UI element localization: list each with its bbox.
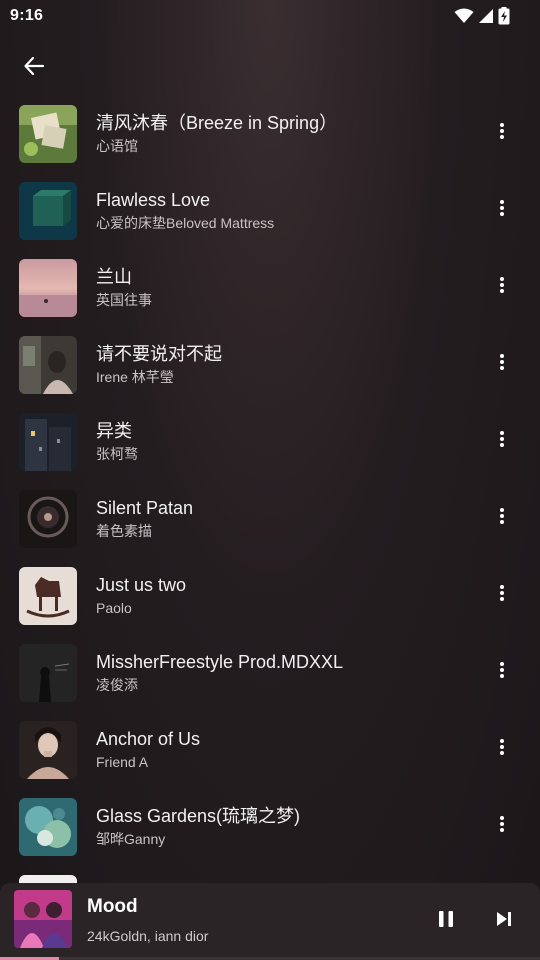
mini-player[interactable]: Mood 24kGoldn, iann dior — [0, 883, 540, 960]
song-row[interactable]: Silent Patan 着色素描 — [0, 480, 540, 557]
album-cover — [19, 874, 77, 883]
more-options-button[interactable] — [486, 191, 518, 231]
now-playing-title: Mood — [87, 896, 138, 917]
song-row[interactable]: 兰山 英国往事 — [0, 249, 540, 326]
more-vert-icon — [499, 661, 505, 684]
song-title: Silent Patan — [96, 498, 194, 518]
song-artist: 着色素描 — [96, 523, 152, 539]
song-title: 请不要说对不起 — [96, 344, 222, 364]
more-vert-icon — [499, 276, 505, 299]
more-vert-icon — [499, 122, 505, 145]
more-options-button[interactable] — [486, 576, 518, 616]
status-time: 9:16 — [10, 7, 44, 24]
song-artist: Friend A — [96, 754, 149, 770]
album-cover — [19, 643, 77, 702]
song-artist: 心爱的床垫Beloved Mattress — [96, 215, 275, 231]
album-cover — [19, 181, 77, 240]
song-title: 清风沐春（Breeze in Spring） — [96, 113, 338, 133]
song-artist: 凌俊添 — [96, 677, 138, 693]
pause-icon — [438, 910, 454, 933]
album-cover — [19, 489, 77, 548]
more-options-button[interactable] — [486, 114, 518, 154]
skip-next-icon — [496, 911, 512, 932]
song-row[interactable]: Anchor of Us Friend A — [0, 711, 540, 788]
signal-icon — [478, 8, 494, 24]
status-bar: 9:16 — [0, 0, 540, 32]
song-row[interactable]: Glass Gardens(琉璃之梦) 邹晔Ganny — [0, 788, 540, 865]
next-track-button[interactable] — [488, 905, 520, 937]
more-vert-icon — [499, 430, 505, 453]
song-title: 异类 — [96, 421, 132, 441]
back-button[interactable] — [16, 50, 52, 86]
album-cover — [19, 720, 77, 779]
song-artist: 英国往事 — [96, 292, 152, 308]
album-cover — [19, 412, 77, 471]
more-vert-icon — [499, 584, 505, 607]
song-row[interactable]: Just us two Paolo — [0, 557, 540, 634]
song-row[interactable] — [0, 865, 540, 883]
more-options-button[interactable] — [486, 422, 518, 462]
song-title: Glass Gardens(琉璃之梦) — [96, 806, 301, 826]
more-options-button[interactable] — [486, 345, 518, 385]
now-playing-cover — [14, 890, 72, 948]
more-vert-icon — [499, 353, 505, 376]
song-row[interactable]: 异类 张柯骛 — [0, 403, 540, 480]
more-options-button[interactable] — [486, 268, 518, 308]
more-vert-icon — [499, 815, 505, 838]
song-list[interactable]: 清风沐春（Breeze in Spring） 心语馆 Flawless Love… — [0, 95, 540, 883]
song-row[interactable]: 清风沐春（Breeze in Spring） 心语馆 — [0, 95, 540, 172]
more-options-button[interactable] — [486, 499, 518, 539]
more-options-button[interactable] — [486, 807, 518, 847]
song-artist: Irene 林芊瑩 — [96, 369, 174, 385]
pause-button[interactable] — [430, 905, 462, 937]
song-artist: 心语馆 — [96, 138, 138, 154]
now-playing-artist: 24kGoldn, iann dior — [87, 928, 209, 944]
status-icons — [454, 7, 510, 25]
song-title: Just us two — [96, 575, 187, 595]
song-artist: Paolo — [96, 600, 132, 616]
album-cover — [19, 258, 77, 317]
song-title: MissherFreestyle Prod.MDXXL — [96, 652, 344, 672]
arrow-left-icon — [23, 55, 45, 82]
wifi-icon — [454, 8, 474, 24]
more-options-button[interactable] — [486, 730, 518, 770]
song-row[interactable]: Flawless Love 心爱的床垫Beloved Mattress — [0, 172, 540, 249]
song-title: Flawless Love — [96, 190, 211, 210]
song-artist: 邹晔Ganny — [96, 831, 166, 847]
album-cover — [19, 104, 77, 163]
more-options-button[interactable] — [486, 653, 518, 693]
song-title: Anchor of Us — [96, 729, 201, 749]
more-vert-icon — [499, 507, 505, 530]
more-vert-icon — [499, 738, 505, 761]
song-row[interactable]: MissherFreestyle Prod.MDXXL 凌俊添 — [0, 634, 540, 711]
battery-charging-icon — [498, 7, 510, 25]
album-cover — [19, 335, 77, 394]
album-cover — [19, 797, 77, 856]
more-vert-icon — [499, 199, 505, 222]
song-row[interactable]: 请不要说对不起 Irene 林芊瑩 — [0, 326, 540, 403]
song-artist: 张柯骛 — [96, 446, 138, 462]
song-title: 兰山 — [96, 267, 132, 287]
album-cover — [19, 566, 77, 625]
